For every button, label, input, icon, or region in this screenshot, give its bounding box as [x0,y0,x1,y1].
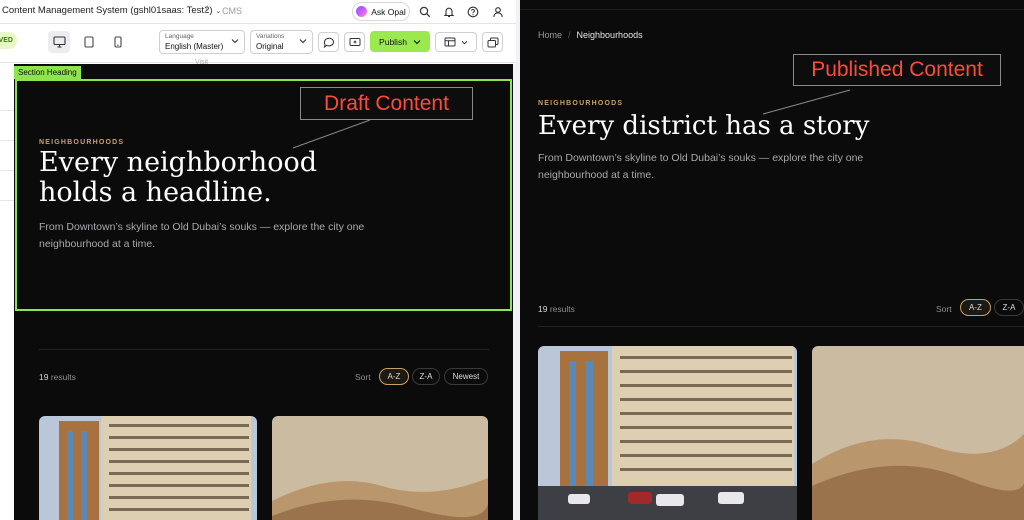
layout-icon [444,37,456,47]
published-sort-label: Sort [936,304,952,314]
published-results-divider [538,326,1024,327]
copy-button[interactable] [482,32,503,52]
ask-opal-label: Ask Opal [371,6,406,17]
published-sort-za[interactable]: Z-A [994,299,1024,316]
mobile-preview-button[interactable] [107,31,129,53]
user-icon[interactable] [490,4,506,20]
bell-icon[interactable] [441,4,457,20]
desktop-preview-button[interactable] [48,31,70,53]
draft-card-city[interactable] [39,416,257,520]
published-annotation-pointer [762,89,851,115]
published-subtitle: From Downtown’s skyline to Old Dubai’s s… [538,150,863,184]
app-title-switcher[interactable]: Content Management System (gshl01saas: T… [2,5,221,16]
desert-photo [812,346,1024,520]
published-eyebrow: NEIGHBOURHOODS [538,100,624,107]
breadcrumb-cms[interactable]: CMS [222,6,242,16]
ask-opal-button[interactable]: Ask Opal [352,2,410,21]
city-photo [39,416,257,520]
desktop-icon [52,36,66,48]
draft-results-count: 19 results [39,372,76,382]
chevron-down-icon [413,39,421,44]
chevron-down-icon [231,39,239,44]
published-site-pane: Home / Neighbourhoods NEIGHBOURHOODS Every… [520,0,1024,520]
app-title-text: Content Management System (gshl01saas: T… [2,5,213,16]
breadcrumb-home[interactable]: Home [538,30,562,40]
published-header-border [520,9,1024,10]
breadcrumb-separator: / [205,5,208,16]
published-card-desert[interactable] [812,346,1024,520]
preview-icon [349,38,360,46]
draft-annotation-pointer [292,119,371,149]
draft-sort-label: Sort [355,372,371,382]
published-subtitle-line1: From Downtown’s skyline to Old Dubai’s s… [538,152,864,164]
preview-button[interactable] [344,32,365,52]
chevron-down-icon [299,39,307,44]
visit-label: Visit [195,59,209,66]
draft-card-desert[interactable] [272,416,488,520]
variations-select[interactable]: Variations Original [250,30,313,54]
saved-status-badge: VED [0,32,17,49]
comment-icon [323,37,334,48]
draft-sort-newest[interactable]: Newest [444,368,488,385]
publish-button[interactable]: Publish [370,31,430,52]
section-heading-tag[interactable]: Section Heading [14,66,81,79]
breadcrumb-separator: / [568,30,571,40]
published-card-city[interactable] [538,346,797,520]
publish-label: Publish [379,36,407,47]
city-photo [538,346,797,520]
language-select[interactable]: Language English (Master) [159,30,245,54]
published-subtitle-line2: neighbourhood at a time. [538,169,655,181]
breadcrumb-current: Neighbourhoods [576,30,643,40]
tablet-icon [84,36,94,48]
copy-icon [487,37,498,47]
published-breadcrumb: Home / Neighbourhoods [538,30,643,40]
published-content-annotation: Published Content [793,54,1001,86]
help-icon[interactable] [465,4,481,20]
layout-menu-button[interactable] [435,32,477,52]
draft-content-annotation: Draft Content [300,87,473,120]
tablet-preview-button[interactable] [78,31,100,53]
search-icon[interactable] [417,4,433,20]
published-results-count: 19 results [538,304,575,314]
cms-editor-pane: Content Management System (gshl01saas: T… [0,0,516,520]
chevron-down-icon [461,40,468,44]
structure-gutter [0,64,14,520]
chevron-down-icon: ⌄ [215,8,222,15]
draft-sort-az[interactable]: A-Z [379,368,409,385]
mobile-icon [114,36,122,48]
results-divider [39,349,489,350]
draft-sort-za[interactable]: Z-A [412,368,440,385]
opal-logo-icon [356,6,368,17]
editor-toolbar: VED Language English (Master) Variations… [0,25,516,63]
comments-button[interactable] [318,32,339,52]
desert-photo [272,416,488,520]
cms-top-bar: Content Management System (gshl01saas: T… [0,0,516,24]
published-sort-az[interactable]: A-Z [960,299,991,316]
